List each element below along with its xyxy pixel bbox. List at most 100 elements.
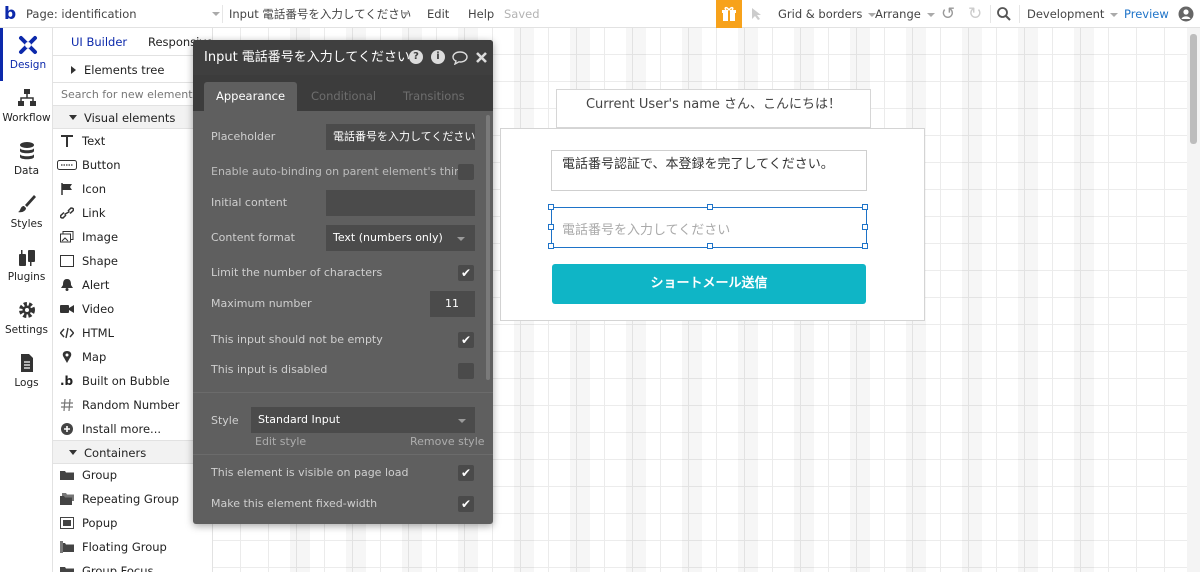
divider	[222, 5, 223, 23]
select-mode-button[interactable]	[750, 0, 764, 28]
element-search-input[interactable]: Search for new elements...	[61, 83, 209, 107]
property-editor-header[interactable]: Input 電話番号を入力してください	[193, 40, 493, 75]
element-alert[interactable]: Alert	[53, 273, 212, 297]
tab-conditional[interactable]: Conditional	[311, 82, 376, 111]
edit-menu[interactable]: Edit	[427, 0, 449, 28]
resize-handle[interactable]	[862, 224, 868, 230]
element-floating-group[interactable]: Floating Group	[53, 535, 212, 559]
element-selector[interactable]: Input 電話番号を入力してください	[229, 0, 414, 28]
property-editor-scrollbar[interactable]	[486, 115, 490, 380]
nav-design[interactable]: Design	[0, 28, 53, 81]
resize-handle[interactable]	[548, 243, 554, 249]
nav-workflow[interactable]: Workflow	[0, 81, 53, 134]
element-search[interactable]: Search for new elements...	[53, 82, 212, 107]
not-empty-label: This input should not be empty	[211, 333, 383, 346]
nav-settings[interactable]: Settings	[0, 293, 53, 346]
initial-content-label: Initial content	[211, 196, 288, 209]
nav-data[interactable]: Data	[0, 134, 53, 187]
property-tabs: Appearance Conditional Transitions	[193, 75, 493, 111]
disabled-checkbox[interactable]	[458, 363, 474, 379]
resize-handle[interactable]	[548, 224, 554, 230]
image-icon	[60, 231, 74, 243]
element-built-on-bubble[interactable]: .b Built on Bubble	[53, 369, 212, 393]
element-group-focus[interactable]: Group Focus	[53, 559, 212, 572]
nav-logs[interactable]: Logs	[0, 346, 53, 399]
visual-elements-section[interactable]: Visual elements	[53, 105, 212, 129]
undo-icon: ↺	[941, 4, 956, 24]
not-empty-checkbox[interactable]: ✔	[458, 332, 474, 348]
arrange-menu[interactable]: Arrange	[875, 0, 935, 28]
style-dropdown[interactable]: Standard Input	[251, 407, 475, 433]
containers-section[interactable]: Containers	[53, 440, 212, 464]
initial-content-field[interactable]	[326, 190, 475, 216]
element-image[interactable]: Image	[53, 225, 212, 249]
nav-plugins[interactable]: Plugins	[0, 240, 53, 293]
element-popup[interactable]: Popup	[53, 511, 212, 535]
help-menu[interactable]: Help	[468, 0, 494, 28]
element-install-more[interactable]: Install more...	[53, 417, 212, 441]
edit-style-link[interactable]: Edit style	[255, 435, 306, 448]
info-icon[interactable]: i	[431, 50, 445, 64]
workflow-icon	[17, 89, 36, 106]
settings-icon	[18, 302, 35, 318]
verification-group[interactable]: 電話番号認証で、本登録を完了してください。 電話番号を入力してください ショート…	[500, 128, 925, 321]
help-icon[interactable]: ?	[409, 50, 423, 64]
resize-handle[interactable]	[548, 204, 554, 210]
content-format-dropdown[interactable]: Text (numbers only)	[326, 225, 475, 251]
fixed-width-checkbox[interactable]: ✔	[458, 496, 474, 512]
elements-tree-toggle[interactable]: Elements tree	[53, 58, 212, 82]
gift-button[interactable]	[716, 0, 742, 28]
fixed-width-label: Make this element fixed-width	[211, 497, 378, 510]
flag-icon	[61, 183, 72, 195]
maximum-number-field[interactable]: 11	[430, 291, 475, 317]
redo-button[interactable]: ↻	[968, 0, 982, 28]
element-video[interactable]: Video	[53, 297, 212, 321]
element-group[interactable]: Group	[53, 463, 212, 487]
element-repeating-group[interactable]: Repeating Group	[53, 487, 212, 511]
resize-handle[interactable]	[707, 243, 713, 249]
preview-link[interactable]: Preview	[1124, 0, 1169, 28]
element-link[interactable]: Link	[53, 201, 212, 225]
greeting-text-value: Current User's name さん、こんにちは！	[585, 97, 842, 112]
chevron-down-icon	[458, 419, 466, 423]
nav-styles[interactable]: Styles	[0, 187, 53, 240]
element-shape[interactable]: Shape	[53, 249, 212, 273]
autobinding-checkbox[interactable]	[458, 164, 474, 180]
placeholder-field[interactable]: 電話番号を入力してください	[326, 124, 475, 150]
element-install-more-label: Install more...	[82, 422, 162, 436]
element-html[interactable]: HTML	[53, 321, 212, 345]
resize-handle[interactable]	[707, 204, 713, 210]
instruction-text[interactable]: 電話番号認証で、本登録を完了してください。	[551, 150, 867, 191]
tab-ui-builder[interactable]: UI Builder	[71, 28, 127, 56]
grid-borders-menu[interactable]: Grid & borders	[778, 0, 877, 28]
limit-characters-checkbox[interactable]: ✔	[458, 265, 474, 281]
element-button[interactable]: Button	[53, 153, 212, 177]
comment-icon[interactable]	[452, 51, 468, 65]
nav-plugins-label: Plugins	[7, 271, 46, 283]
environment-selector[interactable]: Development	[1027, 0, 1119, 28]
undo-button[interactable]: ↺	[941, 0, 955, 28]
bubble-logo[interactable]: b	[4, 0, 16, 28]
canvas-scrollbar[interactable]	[1187, 28, 1200, 572]
greeting-text[interactable]: Current User's name さん、こんにちは！	[556, 89, 871, 128]
account-button[interactable]	[1178, 0, 1194, 28]
element-text-label: Text	[82, 134, 106, 148]
tab-appearance[interactable]: Appearance	[204, 82, 298, 111]
element-random-number[interactable]: Random Number	[53, 393, 212, 417]
phone-number-input[interactable]: 電話番号を入力してください	[548, 204, 868, 249]
scrollbar-thumb[interactable]	[1190, 34, 1197, 144]
element-floating-group-label: Floating Group	[82, 540, 167, 554]
visible-on-load-checkbox[interactable]: ✔	[458, 465, 474, 481]
close-icon[interactable]	[476, 52, 487, 63]
resize-handle[interactable]	[862, 243, 868, 249]
element-icon[interactable]: Icon	[53, 177, 212, 201]
page-selector[interactable]: Page: identification	[26, 0, 220, 28]
remove-style-link[interactable]: Remove style	[410, 435, 485, 448]
tab-transitions[interactable]: Transitions	[403, 82, 465, 111]
element-map[interactable]: Map	[53, 345, 212, 369]
element-text[interactable]: Text	[53, 129, 212, 153]
send-sms-button[interactable]: ショートメール送信	[552, 264, 866, 304]
resize-handle[interactable]	[862, 204, 868, 210]
popup-icon	[60, 517, 74, 529]
search-button[interactable]	[996, 0, 1012, 28]
